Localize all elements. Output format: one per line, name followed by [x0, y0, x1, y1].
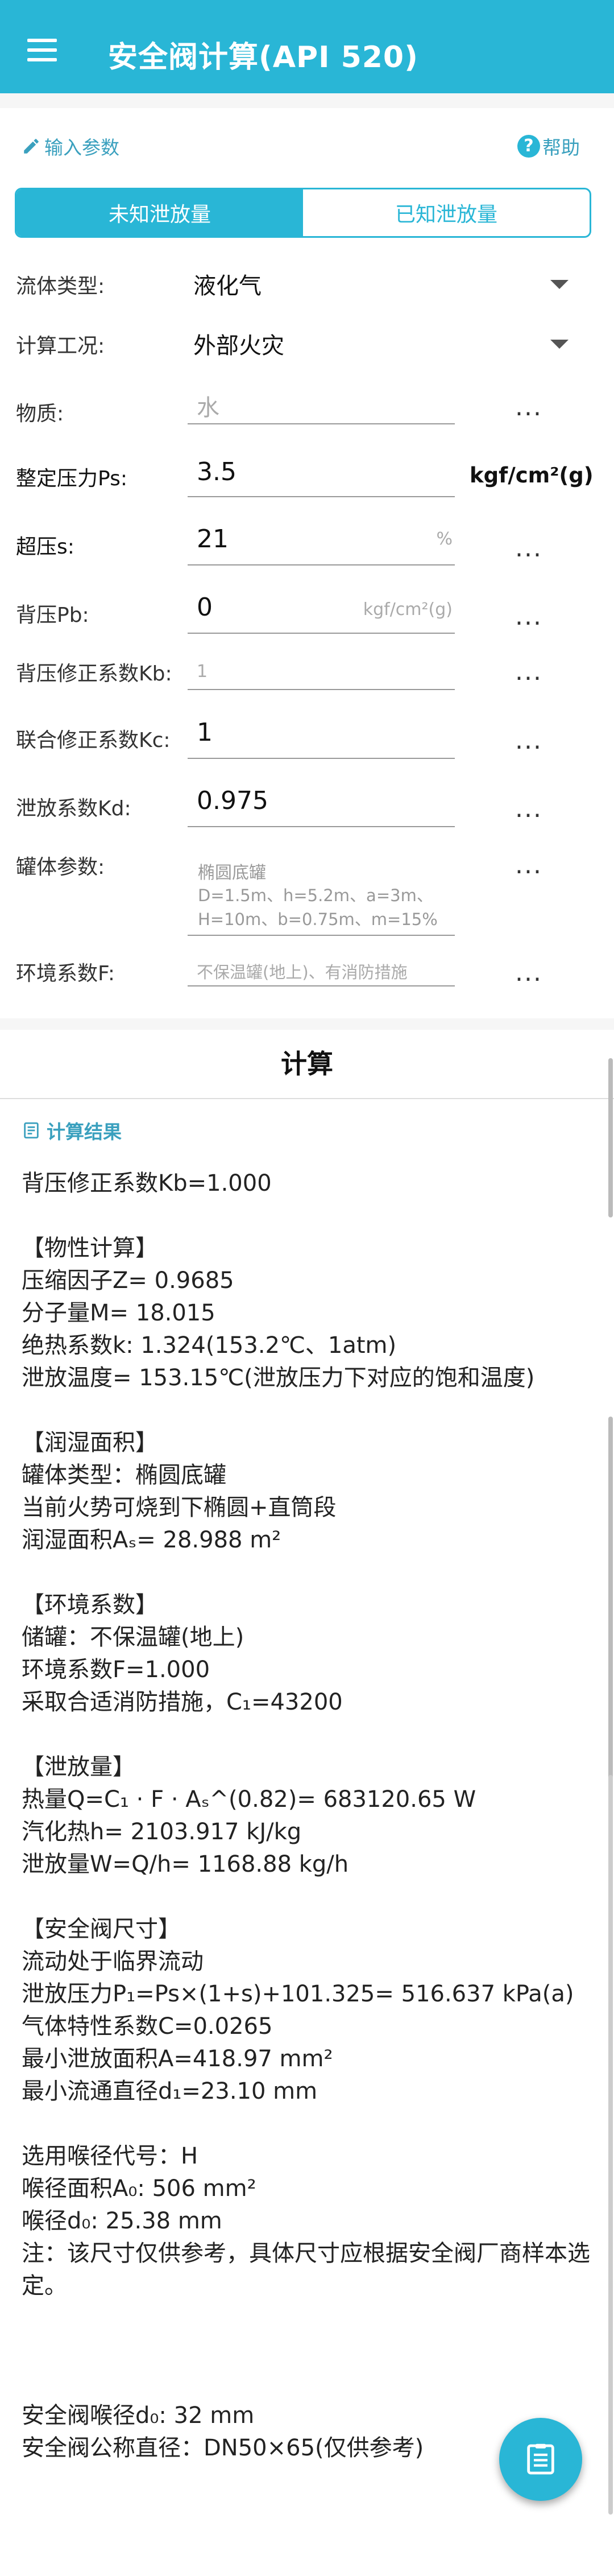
kd-more-button[interactable]: ...	[515, 794, 542, 823]
kc-input[interactable]: 1	[188, 711, 455, 759]
kd-row: 泄放系数Kd: 0.975 ...	[0, 779, 614, 831]
substance-more-button[interactable]: ...	[515, 393, 542, 422]
results-panel: 计算结果 背压修正系数Kb=1.000 【物性计算】 压缩因子Z= 0.9685…	[0, 1099, 614, 2576]
set-pressure-row: 整定压力Ps: 3.5 kgf/cm²(g)	[0, 449, 614, 501]
tank-params-label: 罐体参数:	[16, 856, 105, 879]
kb-value: 1	[197, 662, 208, 682]
fluid-type-label: 流体类型:	[16, 275, 105, 298]
kb-input[interactable]: 1	[188, 651, 455, 690]
tank-type-text: 椭圆底罐	[198, 863, 266, 883]
env-more-button[interactable]: ...	[515, 958, 542, 987]
overpressure-value: 21	[197, 525, 229, 554]
kd-value: 0.975	[197, 786, 268, 815]
env-factor-label: 环境系数F:	[16, 962, 115, 985]
help-button[interactable]: ? 帮助	[517, 132, 580, 160]
edit-icon	[24, 139, 39, 154]
kb-label: 背压修正系数Kb:	[16, 662, 172, 686]
scrollbar[interactable]	[608, 1775, 613, 2515]
substance-field[interactable]: 水	[188, 381, 455, 424]
tank-dimensions-text: D=1.5m、h=5.2m、a=3m、H=10m、b=0.75m、m=15%	[198, 886, 438, 929]
document-icon	[24, 1122, 39, 1139]
kb-row: 背压修正系数Kb: 1 ...	[0, 651, 614, 697]
help-label: 帮助	[542, 137, 580, 159]
condition-row: 计算工况: 外部火灾	[0, 321, 614, 367]
back-pressure-unit: kgf/cm²(g)	[363, 600, 453, 620]
report-icon	[527, 2443, 554, 2475]
overpressure-more-button[interactable]: ...	[515, 534, 542, 563]
substance-label: 物质:	[16, 402, 64, 426]
overpressure-label: 超压s:	[16, 535, 74, 559]
back-pressure-row: 背压Pb: 0 kgf/cm²(g) ...	[0, 586, 614, 637]
app-bar: 安全阀计算(API 520)	[0, 0, 614, 93]
overpressure-row: 超压s: 21 % ...	[0, 518, 614, 569]
results-header-label: 计算结果	[47, 1121, 122, 1143]
condition-select[interactable]: 外部火灾	[193, 327, 284, 360]
kc-more-button[interactable]: ...	[515, 726, 542, 755]
page-title: 安全阀计算(API 520)	[108, 40, 418, 75]
tab-known-discharge[interactable]: 已知泄放量	[303, 189, 590, 236]
tank-more-button[interactable]: ...	[515, 851, 542, 880]
condition-label: 计算工况:	[16, 335, 105, 358]
kd-input[interactable]: 0.975	[188, 779, 455, 827]
back-pressure-value: 0	[197, 593, 213, 622]
set-pressure-input[interactable]: 3.5	[188, 449, 455, 497]
kc-row: 联合修正系数Kc: 1 ...	[0, 711, 614, 762]
substance-value: 水	[197, 395, 219, 421]
mode-toggle: 未知泄放量 已知泄放量	[15, 188, 591, 238]
set-pressure-unit[interactable]: kgf/cm²(g)	[470, 463, 594, 488]
fluid-type-row: 流体类型: 液化气	[0, 262, 614, 307]
set-pressure-label: 整定压力Ps:	[16, 467, 127, 490]
substance-row: 物质: 水 ...	[0, 381, 614, 432]
chevron-down-icon[interactable]	[550, 340, 569, 349]
env-factor-value: 不保温罐(地上)、有消防措施	[197, 963, 408, 982]
help-icon: ?	[517, 135, 540, 158]
set-pressure-value: 3.5	[197, 457, 237, 486]
env-factor-row: 环境系数F: 不保温罐(地上)、有消防措施 ...	[0, 950, 614, 996]
input-params-label: 输入参数	[44, 137, 119, 159]
env-factor-field[interactable]: 不保温罐(地上)、有消防措施	[188, 950, 455, 986]
input-params-header: 输入参数	[22, 132, 119, 160]
menu-icon[interactable]	[27, 39, 57, 61]
fluid-type-select[interactable]: 液化气	[193, 267, 262, 300]
kc-value: 1	[197, 718, 213, 747]
tank-params-field[interactable]: 椭圆底罐 D=1.5m、h=5.2m、a=3m、H=10m、b=0.75m、m=…	[188, 856, 455, 936]
calculate-button[interactable]: 计算	[0, 1030, 614, 1100]
scrollbar[interactable]	[608, 1417, 613, 1838]
chevron-down-icon[interactable]	[550, 280, 569, 289]
kd-label: 泄放系数Kd:	[16, 797, 131, 820]
results-text: 背压修正系数Kb=1.000 【物性计算】 压缩因子Z= 0.9685 分子量M…	[22, 1170, 590, 2461]
back-pressure-more-button[interactable]: ...	[515, 602, 542, 631]
overpressure-input[interactable]: 21 %	[188, 518, 455, 565]
input-parameters-panel: 输入参数 ? 帮助 未知泄放量 已知泄放量 流体类型: 液化气 计算工况: 外部…	[0, 108, 614, 1018]
scrollbar[interactable]	[608, 1058, 613, 1217]
back-pressure-input[interactable]: 0 kgf/cm²(g)	[188, 586, 455, 634]
overpressure-unit: %	[436, 529, 453, 549]
kc-label: 联合修正系数Kc:	[16, 729, 171, 752]
results-header: 计算结果	[22, 1116, 122, 1145]
kb-more-button[interactable]: ...	[515, 657, 542, 686]
tab-unknown-discharge[interactable]: 未知泄放量	[16, 189, 303, 236]
report-fab-button[interactable]	[499, 2418, 582, 2501]
back-pressure-label: 背压Pb:	[16, 604, 89, 627]
